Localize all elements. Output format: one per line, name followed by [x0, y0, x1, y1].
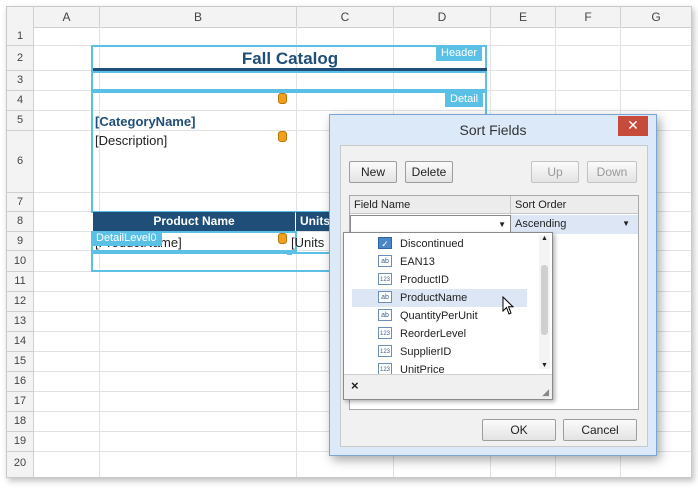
column-header-d[interactable]: D — [394, 7, 491, 28]
list-item[interactable]: ✓ Discontinued — [352, 235, 527, 253]
field-list-popup: ✓ Discontinued ab EAN13 123 ProductID ab… — [343, 232, 553, 400]
row-header-9[interactable]: 9 — [7, 232, 34, 251]
row-header-2[interactable]: 2 — [7, 46, 34, 71]
cancel-button[interactable]: Cancel — [563, 419, 637, 441]
list-item-label: Discontinued — [400, 238, 464, 250]
row-header-17[interactable]: 17 — [7, 392, 34, 412]
list-item-label: EAN13 — [400, 256, 435, 268]
product-name-header-cell: Product Name — [93, 212, 295, 231]
checkbox-icon: ✓ — [378, 237, 392, 249]
text-field-icon: ab — [378, 309, 392, 321]
dropdown-arrow-icon[interactable]: ▼ — [622, 215, 630, 233]
close-button[interactable]: ✕ — [618, 116, 648, 136]
text-field-icon: ab — [378, 291, 392, 303]
list-item[interactable]: 123 ProductID — [352, 271, 527, 289]
row-header-12[interactable]: 12 — [7, 292, 34, 312]
row-header-14[interactable]: 14 — [7, 332, 34, 352]
sort-order-column-header[interactable]: Sort Order — [511, 196, 638, 214]
list-item-label: ProductName — [400, 292, 468, 304]
field-name-column-header[interactable]: Field Name — [350, 196, 511, 214]
description-field: [Description] — [95, 133, 168, 148]
column-header-a[interactable]: A — [34, 7, 100, 28]
list-item-label: QuantityPerUnit — [400, 310, 478, 322]
column-header-f[interactable]: F — [556, 7, 621, 28]
close-icon: ✕ — [627, 117, 639, 133]
row-header-10[interactable]: 10 — [7, 251, 34, 272]
spacer-band[interactable] — [91, 71, 487, 91]
detail-band-tag: Detail — [445, 92, 484, 107]
row-header-5[interactable]: 5 — [7, 111, 34, 131]
number-field-icon: 123 — [378, 345, 392, 357]
row-header-1[interactable]: 1 — [7, 27, 34, 46]
sort-order-value: Ascending — [515, 218, 567, 230]
row-header-6[interactable]: 6 — [7, 131, 34, 193]
row-header-18[interactable]: 18 — [7, 412, 34, 432]
footer-band[interactable] — [91, 252, 337, 272]
clear-icon[interactable]: × — [351, 378, 359, 393]
row-header-20[interactable]: 20 — [7, 452, 34, 477]
database-icon — [278, 131, 287, 142]
list-item[interactable]: ab ProductName — [352, 289, 527, 307]
row-header-3[interactable]: 3 — [7, 71, 34, 91]
select-all-corner[interactable] — [7, 7, 34, 28]
row-header-11[interactable]: 11 — [7, 272, 34, 292]
list-item-label: ReorderLevel — [400, 328, 467, 340]
list-item-label: SupplierID — [400, 346, 452, 358]
mouse-cursor-icon — [502, 296, 515, 315]
list-item-label: ProductID — [400, 274, 449, 286]
scrollbar-thumb[interactable] — [541, 265, 548, 335]
up-button[interactable]: Up — [531, 161, 579, 183]
list-item[interactable]: ab EAN13 — [352, 253, 527, 271]
list-item[interactable]: 123 SupplierID — [352, 343, 527, 361]
list-item[interactable]: 123 ReorderLevel — [352, 325, 527, 343]
units-field: [Units — [291, 235, 325, 250]
column-header-e[interactable]: E — [491, 7, 556, 28]
down-button[interactable]: Down — [587, 161, 637, 183]
scroll-up-icon[interactable]: ▲ — [541, 235, 548, 242]
row-header-13[interactable]: 13 — [7, 312, 34, 332]
detail-level0-tag: DetailLevel0 — [91, 231, 162, 246]
database-icon — [278, 93, 287, 104]
scroll-down-icon[interactable]: ▼ — [541, 362, 548, 369]
popup-footer: × ◢ — [344, 374, 552, 399]
number-field-icon: 123 — [378, 327, 392, 339]
delete-button[interactable]: Delete — [405, 161, 453, 183]
column-header-c[interactable]: C — [297, 7, 394, 28]
number-field-icon: 123 — [378, 273, 392, 285]
column-header-b[interactable]: B — [100, 7, 297, 28]
column-header-g[interactable]: G — [621, 7, 691, 28]
database-icon — [278, 233, 287, 244]
row-header-8[interactable]: 8 — [7, 212, 34, 232]
resize-handle[interactable] — [287, 250, 292, 255]
ok-button[interactable]: OK — [482, 419, 556, 441]
row-header-16[interactable]: 16 — [7, 372, 34, 392]
category-name-field: [CategoryName] — [95, 114, 196, 129]
row-header-7[interactable]: 7 — [7, 193, 34, 212]
sort-fields-dialog: Sort Fields ✕ New Delete Up Down Field N… — [329, 114, 657, 456]
row-header-4[interactable]: 4 — [7, 91, 34, 111]
row-header-15[interactable]: 15 — [7, 352, 34, 372]
resize-grip-icon[interactable]: ◢ — [542, 387, 549, 398]
row-header-19[interactable]: 19 — [7, 432, 34, 452]
text-field-icon: ab — [378, 255, 392, 267]
new-button[interactable]: New — [349, 161, 397, 183]
catalog-title: Fall Catalog — [241, 49, 339, 68]
dialog-title: Sort Fields — [459, 122, 527, 138]
list-scrollbar[interactable]: ▲ ▼ — [539, 235, 550, 369]
list-item[interactable]: ab QuantityPerUnit — [352, 307, 527, 325]
